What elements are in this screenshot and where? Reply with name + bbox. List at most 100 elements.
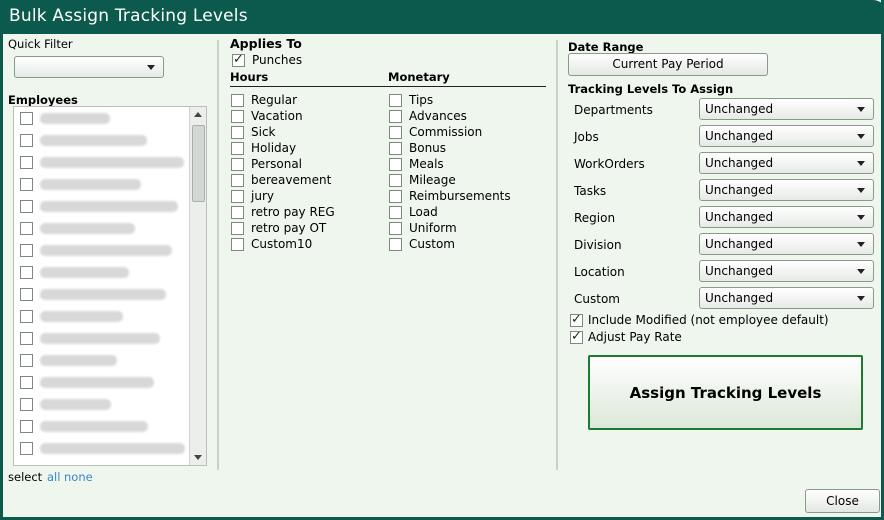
employee-checkbox[interactable]	[20, 178, 33, 191]
monetary-label: Custom	[409, 237, 455, 251]
quick-filter-label: Quick Filter	[8, 37, 73, 51]
close-label: Close	[826, 494, 859, 508]
hours-label: retro pay REG	[251, 205, 335, 219]
tracking-level-dropdown[interactable]: Unchanged	[699, 260, 874, 282]
hours-checkbox[interactable]	[231, 158, 244, 171]
chevron-down-icon	[857, 215, 865, 220]
dialog-window: Bulk Assign Tracking Levels Quick Filter…	[0, 0, 884, 520]
hours-label: Custom10	[251, 237, 313, 251]
employee-checkbox[interactable]	[20, 222, 33, 235]
tracking-level-dropdown[interactable]: Unchanged	[699, 179, 874, 201]
hours-checkbox[interactable]	[231, 222, 244, 235]
monetary-checkbox[interactable]	[389, 190, 402, 203]
monetary-checkbox[interactable]	[389, 158, 402, 171]
hours-checkbox[interactable]	[231, 126, 244, 139]
tracking-level-dropdown[interactable]: Unchanged	[699, 125, 874, 147]
monetary-label: Bonus	[409, 141, 447, 155]
tracking-level-value: Unchanged	[705, 183, 774, 197]
scroll-thumb[interactable]	[192, 125, 205, 202]
hours-checkbox[interactable]	[231, 94, 244, 107]
employee-name-redacted	[40, 399, 111, 410]
hours-checkbox[interactable]	[231, 174, 244, 187]
divider-left	[217, 40, 219, 470]
employee-list[interactable]	[13, 106, 207, 466]
employee-checkbox[interactable]	[20, 332, 33, 345]
employee-checkbox[interactable]	[20, 420, 33, 433]
title-bar: Bulk Assign Tracking Levels	[3, 0, 884, 34]
scroll-down-icon[interactable]	[194, 455, 202, 460]
monetary-checkbox[interactable]	[389, 126, 402, 139]
hours-checkbox[interactable]	[231, 206, 244, 219]
monetary-label: Uniform	[409, 221, 457, 235]
tracking-level-label: Location	[574, 265, 625, 279]
punches-checkbox[interactable]	[232, 52, 245, 67]
monetary-checkbox[interactable]	[389, 222, 402, 235]
employee-name-redacted	[40, 245, 172, 256]
monetary-checkbox[interactable]	[389, 206, 402, 219]
tracking-level-label: WorkOrders	[574, 157, 645, 171]
hours-label: bereavement	[251, 173, 332, 187]
assign-tracking-levels-button[interactable]: Assign Tracking Levels	[588, 355, 863, 430]
hours-checkbox[interactable]	[231, 110, 244, 123]
current-pay-period-button[interactable]: Current Pay Period	[568, 53, 768, 76]
chevron-down-icon	[147, 65, 155, 70]
employee-checkbox[interactable]	[20, 112, 33, 125]
employee-checkbox[interactable]	[20, 200, 33, 213]
monetary-checkbox[interactable]	[389, 110, 402, 123]
tracking-level-dropdown[interactable]: Unchanged	[699, 233, 874, 255]
hours-checkbox[interactable]	[231, 238, 244, 251]
employee-name-redacted	[40, 223, 135, 234]
employee-name-redacted	[40, 443, 185, 454]
tracking-level-value: Unchanged	[705, 264, 774, 278]
employee-checkbox[interactable]	[20, 288, 33, 301]
scroll-up-icon[interactable]	[194, 112, 202, 117]
monetary-label: Reimbursements	[409, 189, 511, 203]
tracking-level-dropdown[interactable]: Unchanged	[699, 206, 874, 228]
adjust-pay-rate-label: Adjust Pay Rate	[588, 330, 682, 344]
monetary-checkbox[interactable]	[389, 142, 402, 155]
hours-label: Personal	[251, 157, 303, 171]
employee-checkbox[interactable]	[20, 376, 33, 389]
monetary-label: Tips	[409, 93, 434, 107]
tracking-level-label: Tasks	[574, 184, 607, 198]
employee-checkbox[interactable]	[20, 310, 33, 323]
chevron-down-icon	[857, 242, 865, 247]
employee-list-scrollbar[interactable]	[189, 107, 206, 465]
select-none-link[interactable]: none	[64, 470, 93, 484]
assign-tracking-levels-label: Assign Tracking Levels	[629, 384, 822, 402]
tracking-level-label: Jobs	[574, 130, 599, 144]
monetary-label: Advances	[409, 109, 467, 123]
tracking-levels-header: Tracking Levels To Assign	[568, 82, 734, 96]
tracking-level-dropdown[interactable]: Unchanged	[699, 152, 874, 174]
chevron-down-icon	[857, 188, 865, 193]
tracking-level-dropdown[interactable]: Unchanged	[699, 98, 874, 120]
select-all-link[interactable]: all	[47, 470, 60, 484]
hours-checkbox[interactable]	[231, 190, 244, 203]
select-label: select	[8, 470, 43, 484]
employee-name-redacted	[40, 179, 141, 190]
monetary-checkbox[interactable]	[389, 94, 402, 107]
hours-label: Sick	[251, 125, 276, 139]
close-button[interactable]: Close	[805, 489, 880, 513]
hours-checkbox[interactable]	[231, 142, 244, 155]
employee-checkbox[interactable]	[20, 398, 33, 411]
quick-filter-dropdown[interactable]	[14, 56, 164, 78]
applies-to-label: Applies To	[230, 36, 302, 51]
employee-checkbox[interactable]	[20, 134, 33, 147]
include-modified-checkbox[interactable]	[570, 312, 583, 327]
monetary-checkbox[interactable]	[389, 238, 402, 251]
employee-checkbox[interactable]	[20, 244, 33, 257]
monetary-label: Commission	[409, 125, 483, 139]
chevron-down-icon	[857, 269, 865, 274]
employee-checkbox[interactable]	[20, 266, 33, 279]
monetary-checkbox[interactable]	[389, 174, 402, 187]
hours-label: Vacation	[251, 109, 303, 123]
employee-checkbox[interactable]	[20, 156, 33, 169]
tracking-level-value: Unchanged	[705, 156, 774, 170]
hours-header: Hours	[230, 70, 269, 84]
chevron-down-icon	[857, 296, 865, 301]
employee-checkbox[interactable]	[20, 442, 33, 455]
employee-checkbox[interactable]	[20, 354, 33, 367]
tracking-level-dropdown[interactable]: Unchanged	[699, 287, 874, 309]
adjust-pay-rate-checkbox[interactable]	[570, 329, 583, 344]
